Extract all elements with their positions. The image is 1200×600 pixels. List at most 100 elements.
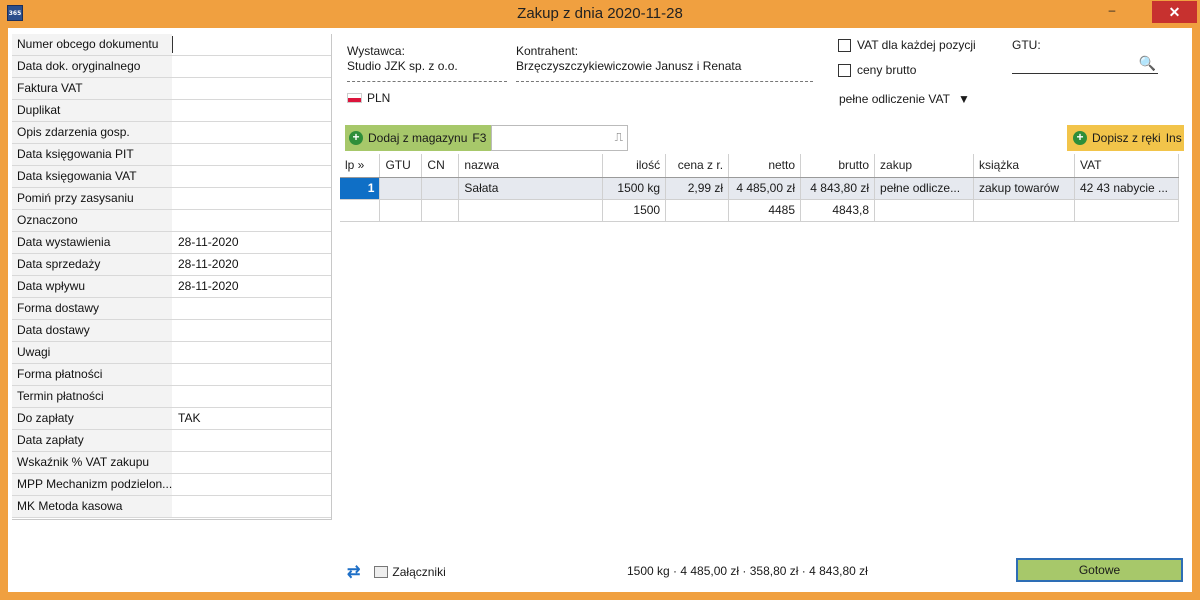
column-header-lp[interactable]: lp » xyxy=(340,154,381,178)
property-value[interactable] xyxy=(172,166,331,187)
property-row[interactable]: Data księgowania PIT xyxy=(12,144,331,166)
add-from-warehouse-button[interactable]: + Dodaj z magazynu F3 xyxy=(345,125,491,151)
property-value[interactable] xyxy=(172,188,331,209)
property-value[interactable]: TAK xyxy=(172,408,331,429)
property-value[interactable] xyxy=(172,320,331,341)
property-row[interactable]: Oznaczono xyxy=(12,210,331,232)
property-label: Duplikat xyxy=(12,100,172,121)
property-row[interactable]: Data dostawy xyxy=(12,320,331,342)
cell-net-total: 4485 xyxy=(728,199,802,222)
property-value[interactable] xyxy=(172,496,331,517)
property-label: Oznaczono xyxy=(12,210,172,231)
gross-prices-checkbox[interactable]: ceny brutto xyxy=(838,63,916,77)
column-header-price[interactable]: cena z r. xyxy=(665,154,730,178)
gtu-search-input[interactable]: 🔍 xyxy=(1012,54,1158,74)
property-value[interactable] xyxy=(172,210,331,231)
minimize-button[interactable]: – xyxy=(1103,3,1121,21)
cell-cn[interactable] xyxy=(421,177,460,200)
column-header-cn[interactable]: CN xyxy=(421,154,460,178)
cell-name[interactable]: Sałata xyxy=(458,177,604,200)
property-row[interactable]: Data wpływu 28-11-2020 xyxy=(12,276,331,298)
property-row[interactable]: MPP Mechanizm podzielon... xyxy=(12,474,331,496)
property-value[interactable] xyxy=(172,364,331,385)
currency-selector[interactable]: PLN xyxy=(347,91,390,105)
property-row[interactable]: Uwagi xyxy=(12,342,331,364)
column-header-net[interactable]: netto xyxy=(728,154,802,178)
property-row[interactable]: Numer obcego dokumentu xyxy=(12,34,331,56)
property-value[interactable] xyxy=(172,298,331,319)
property-row[interactable]: Wskaźnik % VAT zakupu xyxy=(12,452,331,474)
cell-price xyxy=(665,199,730,222)
cell-lp[interactable]: 1 xyxy=(340,177,381,200)
property-value[interactable]: 28-11-2020 xyxy=(172,232,331,253)
attachments-button[interactable]: Załączniki xyxy=(374,565,446,579)
table-header-row: lp » GTU CN nazwa ilość cena z r. netto … xyxy=(340,154,1180,178)
property-row[interactable]: Termin płatności xyxy=(12,386,331,408)
cell-book[interactable]: zakup towarów xyxy=(973,177,1075,200)
property-value[interactable] xyxy=(172,452,331,473)
column-header-purchase[interactable]: zakup xyxy=(874,154,974,178)
property-row[interactable]: MK Metoda kasowa xyxy=(12,496,331,518)
column-header-gross[interactable]: brutto xyxy=(800,154,876,178)
property-label: Data dostawy xyxy=(12,320,172,341)
cell-gtu[interactable] xyxy=(379,177,423,200)
property-value[interactable] xyxy=(172,430,331,451)
column-header-book[interactable]: książka xyxy=(973,154,1075,178)
add-manual-button[interactable]: + Dopisz z ręki Ins xyxy=(1067,125,1184,151)
column-header-quantity[interactable]: ilość xyxy=(602,154,667,178)
property-label: Data księgowania PIT xyxy=(12,144,172,165)
vat-per-item-checkbox[interactable]: VAT dla każdej pozycji xyxy=(838,38,976,52)
property-value[interactable] xyxy=(172,36,331,53)
barcode-input[interactable]: ⎍ xyxy=(491,125,628,151)
column-header-name[interactable]: nazwa xyxy=(458,154,604,178)
property-row[interactable]: Data księgowania VAT xyxy=(12,166,331,188)
vat-deduction-dropdown[interactable]: pełne odliczenie VAT ▼ xyxy=(839,92,970,106)
property-row[interactable]: Data dok. oryginalnego xyxy=(12,56,331,78)
property-row[interactable]: Data sprzedaży 28-11-2020 xyxy=(12,254,331,276)
property-value[interactable]: 28-11-2020 xyxy=(172,276,331,297)
property-row[interactable]: Opis zdarzenia gosp. xyxy=(12,122,331,144)
done-button[interactable]: Gotowe xyxy=(1016,558,1183,582)
property-row[interactable]: Forma płatności xyxy=(12,364,331,386)
close-button[interactable]: ✕ xyxy=(1152,1,1197,23)
property-value[interactable] xyxy=(172,122,331,143)
search-icon[interactable]: 🔍 xyxy=(1139,55,1156,72)
property-label: Data wpływu xyxy=(12,276,172,297)
property-value[interactable] xyxy=(172,100,331,121)
cell-gross[interactable]: 4 843,80 zł xyxy=(800,177,876,200)
title-bar: 365 Zakup z dnia 2020-11-28 – ✕ xyxy=(0,0,1200,28)
property-row[interactable]: Forma dostawy xyxy=(12,298,331,320)
property-value[interactable] xyxy=(172,78,331,99)
column-header-vat[interactable]: VAT xyxy=(1074,154,1180,178)
property-row[interactable]: Pomiń przy zasysaniu xyxy=(12,188,331,210)
property-label: Do zapłaty xyxy=(12,408,172,429)
checkbox-box[interactable] xyxy=(838,63,851,77)
property-value[interactable] xyxy=(172,342,331,363)
table-row[interactable]: 1 Sałata 1500 kg 2,99 zł 4 485,00 zł 4 8… xyxy=(340,177,1180,200)
cell-price[interactable]: 2,99 zł xyxy=(665,177,730,200)
document-summary: 1500 kg · 4 485,00 zł · 358,80 zł · 4 84… xyxy=(627,564,868,578)
property-row[interactable]: Faktura VAT xyxy=(12,78,331,100)
property-row[interactable]: Data zapłaty xyxy=(12,430,331,452)
cell-gtu xyxy=(379,199,423,222)
property-value[interactable]: 28-11-2020 xyxy=(172,254,331,275)
cell-net[interactable]: 4 485,00 zł xyxy=(728,177,802,200)
cell-name xyxy=(458,199,604,222)
cell-vat[interactable]: 42 43 nabycie ... xyxy=(1074,177,1180,200)
property-label: Data zapłaty xyxy=(12,430,172,451)
supplier-block[interactable]: Wystawca: Studio JZK sp. z o.o. xyxy=(347,44,507,82)
cell-quantity[interactable]: 1500 kg xyxy=(602,177,667,200)
property-row[interactable]: Do zapłaty TAK xyxy=(12,408,331,430)
property-row[interactable]: Duplikat xyxy=(12,100,331,122)
property-value[interactable] xyxy=(172,56,331,77)
property-value[interactable] xyxy=(172,474,331,495)
property-value[interactable] xyxy=(172,386,331,407)
refresh-icon[interactable]: ⇄ xyxy=(347,562,360,582)
contractor-block[interactable]: Kontrahent: Brzęczyszczykiewiczowie Janu… xyxy=(516,44,813,82)
checkbox-box[interactable] xyxy=(838,38,851,52)
cell-purchase[interactable]: pełne odlicze... xyxy=(874,177,974,200)
column-header-gtu[interactable]: GTU xyxy=(379,154,423,178)
cell-vat xyxy=(1074,199,1180,222)
property-value[interactable] xyxy=(172,144,331,165)
property-row[interactable]: Data wystawienia 28-11-2020 xyxy=(12,232,331,254)
